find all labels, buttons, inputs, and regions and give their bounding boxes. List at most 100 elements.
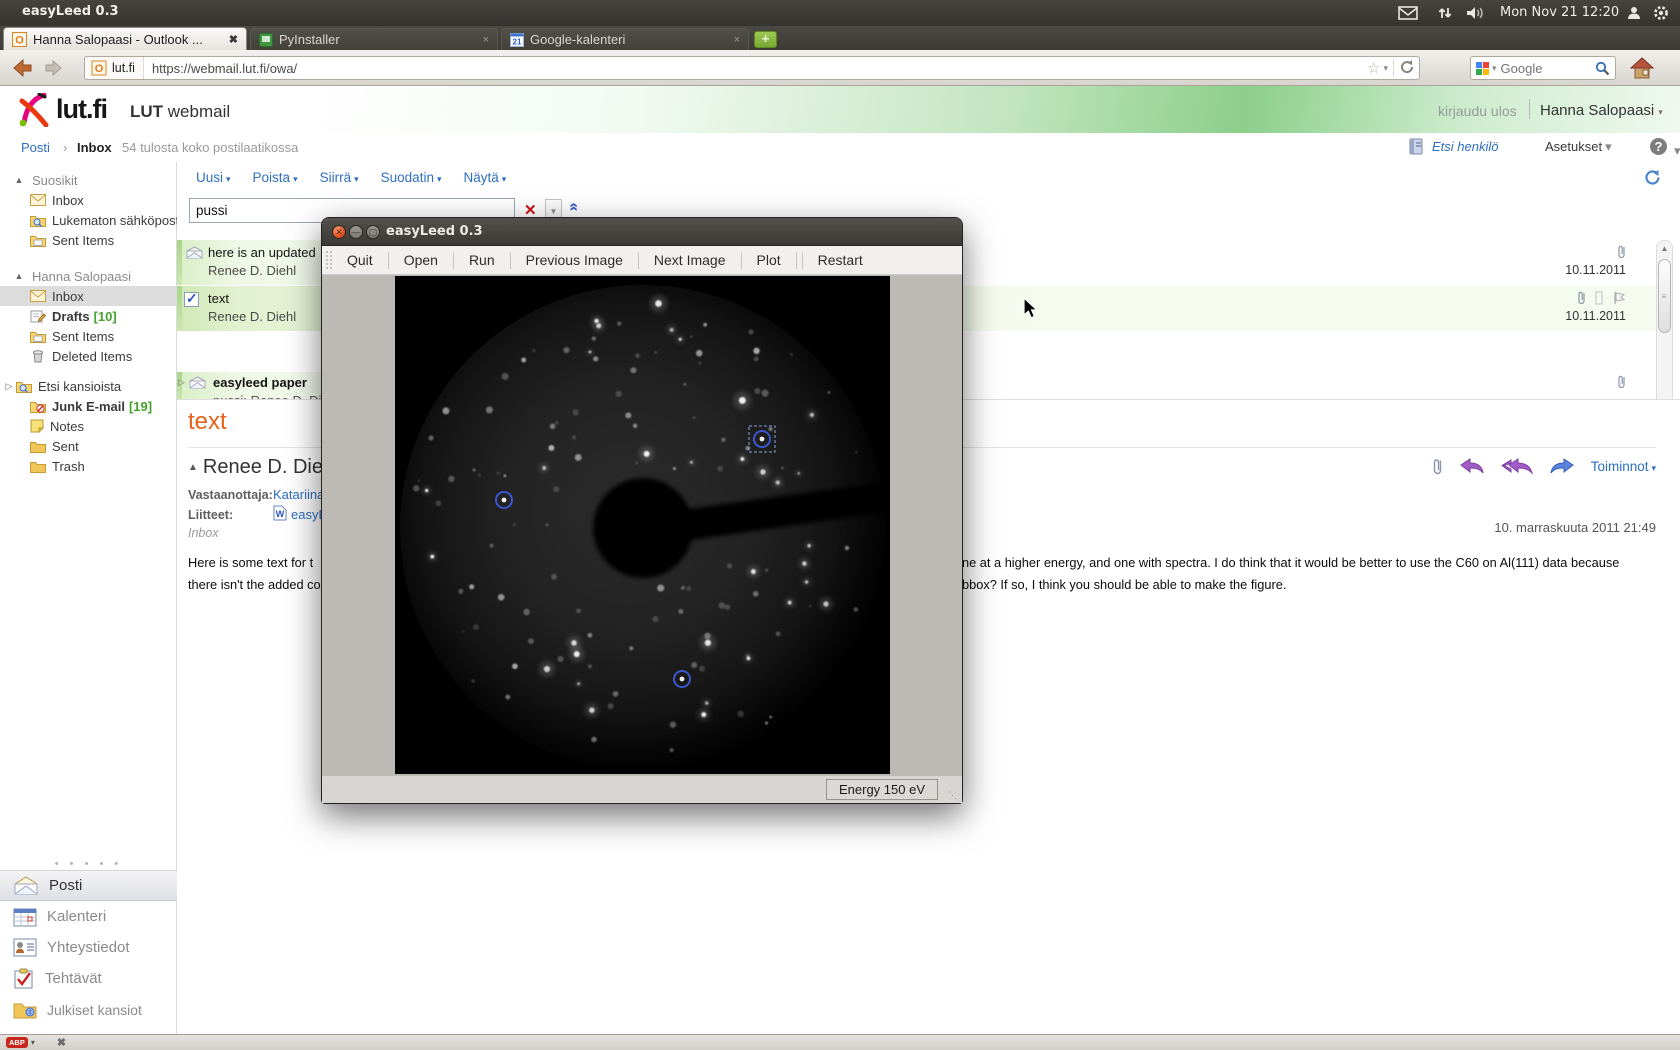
expand-triangle-icon[interactable]: ▷: [178, 377, 185, 388]
refresh-icon[interactable]: [1643, 168, 1662, 192]
sidebar-item-sent-items[interactable]: Sent Items: [0, 326, 177, 346]
body-text: there isn't the added co: [188, 577, 322, 592]
collapse-triangle-icon[interactable]: ▲: [188, 462, 198, 473]
sidebar-item-notes[interactable]: Notes: [0, 416, 177, 436]
back-button[interactable]: [10, 57, 34, 84]
window-titlebar[interactable]: ✕ — ▢ easyLeed 0.3: [322, 218, 962, 246]
leed-image-canvas[interactable]: [395, 276, 890, 774]
forward-icon[interactable]: [1549, 456, 1575, 476]
splitter-handle[interactable]: • • • • •: [0, 858, 177, 870]
sidebar-item-inbox[interactable]: Inbox: [0, 286, 177, 306]
sidebar-item-drafts[interactable]: Drafts[10]: [0, 306, 177, 326]
tab-google-calendar[interactable]: 21 Google-kalenteri ×: [501, 28, 749, 50]
forward-button[interactable]: [44, 59, 64, 82]
favorites-header[interactable]: ▲Suosikit: [0, 170, 177, 190]
sidebar-item-unread[interactable]: Lukematon sähköposti: [0, 210, 177, 230]
url-text[interactable]: https://webmail.lut.fi/owa/: [152, 61, 1367, 76]
mail-icon[interactable]: [1398, 0, 1418, 26]
tab-close-icon[interactable]: ✖: [229, 33, 238, 46]
bookmark-star-icon[interactable]: ☆: [1367, 59, 1380, 77]
sidebar-item-inbox-fav[interactable]: Inbox: [0, 190, 177, 210]
menu-quit[interactable]: Quit: [332, 252, 388, 268]
tab-pyinstaller[interactable]: PyInstaller ×: [250, 28, 498, 50]
module-contacts[interactable]: Yhteystiedot: [0, 932, 177, 963]
scrollbar-thumb[interactable]: ≡: [1658, 259, 1671, 333]
help-button[interactable]: ?: [1650, 138, 1667, 155]
search-engine-dropdown-icon[interactable]: ▾: [1492, 63, 1497, 74]
window-close-button[interactable]: ✕: [332, 225, 346, 239]
window-minimize-button[interactable]: —: [349, 225, 363, 239]
double-chevron-icon[interactable]: «: [564, 203, 582, 212]
move-menu[interactable]: Siirrä▾: [320, 170, 359, 185]
search-folder-icon: [30, 214, 46, 227]
browser-addon-bar: ABP ▾ ✖: [0, 1034, 1680, 1050]
sidebar-item-sent-fav[interactable]: Sent Items: [0, 230, 177, 250]
tab-close-icon[interactable]: ×: [734, 34, 740, 46]
collapse-triangle-icon[interactable]: ▲: [12, 175, 26, 185]
resize-grip[interactable]: ⋱: [948, 790, 958, 800]
reply-icon[interactable]: [1459, 456, 1485, 476]
view-menu[interactable]: Näytä▾: [463, 170, 506, 185]
window-maximize-button[interactable]: ▢: [366, 225, 380, 239]
menu-restart[interactable]: Restart: [803, 252, 878, 268]
message-state-icon[interactable]: [1594, 291, 1604, 305]
brand-name[interactable]: lut.fi: [56, 94, 107, 125]
module-mail[interactable]: Posti: [0, 870, 177, 901]
url-dropdown-icon[interactable]: ▾: [1383, 63, 1388, 74]
scroll-up-icon[interactable]: ▲: [1657, 241, 1672, 257]
user-icon[interactable]: [1626, 0, 1642, 26]
checkbox-checked[interactable]: ✓: [184, 292, 199, 307]
adblock-icon[interactable]: ABP: [6, 1037, 28, 1048]
module-tasks[interactable]: Tehtävät: [0, 963, 177, 994]
module-public-folders[interactable]: Julkiset kansiot: [0, 994, 177, 1025]
delete-menu[interactable]: Poista▾: [253, 170, 298, 185]
volume-icon[interactable]: [1465, 0, 1485, 26]
tab-close-icon[interactable]: ×: [483, 34, 489, 46]
module-calendar[interactable]: Kalenteri: [0, 901, 177, 932]
svg-text:21: 21: [513, 37, 522, 46]
menu-previous-image[interactable]: Previous Image: [511, 252, 638, 268]
flag-icon[interactable]: [1612, 291, 1626, 305]
actions-menu[interactable]: Toiminnot▾: [1591, 459, 1656, 474]
clock[interactable]: Mon Nov 21 12:20: [1500, 5, 1619, 20]
magnifier-icon[interactable]: [1595, 61, 1610, 76]
site-identity-chip[interactable]: O lut.fi: [85, 57, 144, 79]
sidebar-item-search-folders[interactable]: ▷Etsi kansioista: [0, 376, 177, 396]
search-bar[interactable]: ▾: [1470, 56, 1616, 80]
sidebar-item-deleted-items[interactable]: Deleted Items: [0, 346, 177, 366]
help-dropdown-icon[interactable]: ▾: [1674, 143, 1680, 159]
folder-icon: [30, 440, 46, 453]
account-header[interactable]: ▲Hanna Salopaasi: [0, 266, 177, 286]
sidebar-item-sent[interactable]: Sent: [0, 436, 177, 456]
find-person-link[interactable]: Etsi henkilö: [1432, 139, 1498, 154]
collapse-triangle-icon[interactable]: ▲: [12, 271, 26, 281]
menu-next-image[interactable]: Next Image: [639, 252, 741, 268]
sidebar-item-trash[interactable]: Trash: [0, 456, 177, 476]
url-bar[interactable]: O lut.fi https://webmail.lut.fi/owa/ ☆ ▾: [84, 56, 1420, 80]
menu-run[interactable]: Run: [454, 252, 510, 268]
to-recipient-link[interactable]: Katariina: [273, 487, 324, 502]
sidebar-item-junk[interactable]: Junk E-mail[19]: [0, 396, 177, 416]
web-search-input[interactable]: [1501, 61, 1595, 76]
reply-all-icon[interactable]: [1501, 456, 1533, 476]
contacts-module-icon: [13, 938, 37, 957]
reload-icon[interactable]: [1399, 59, 1415, 78]
breadcrumb-root[interactable]: Posti: [21, 140, 50, 155]
power-gear-icon[interactable]: [1652, 0, 1670, 26]
easyleed-menubar: Quit Open Run Previous Image Next Image …: [322, 246, 962, 275]
chevron-down-icon[interactable]: ▾: [31, 1038, 35, 1047]
home-icon[interactable]: [1630, 56, 1654, 85]
tab-outlook[interactable]: O Hanna Salopaasi - Outlook ... ✖: [3, 27, 247, 50]
settings-menu[interactable]: Asetukset▾: [1545, 139, 1612, 155]
close-addon-bar-icon[interactable]: ✖: [57, 1036, 66, 1049]
filter-menu[interactable]: Suodatin▾: [381, 170, 442, 185]
network-arrows-icon[interactable]: [1437, 0, 1453, 26]
logout-link[interactable]: kirjaudu ulos: [1438, 103, 1517, 119]
easyleed-window[interactable]: ✕ — ▢ easyLeed 0.3 Quit Open Run Previou…: [321, 217, 963, 804]
menu-open[interactable]: Open: [389, 252, 453, 268]
expand-triangle-icon[interactable]: ▷: [2, 381, 16, 392]
user-menu[interactable]: Hanna Salopaasi▾: [1540, 102, 1663, 119]
menu-plot[interactable]: Plot: [742, 252, 796, 268]
new-menu[interactable]: Uusi▾: [196, 170, 231, 185]
new-tab-button[interactable]: +: [754, 31, 777, 48]
